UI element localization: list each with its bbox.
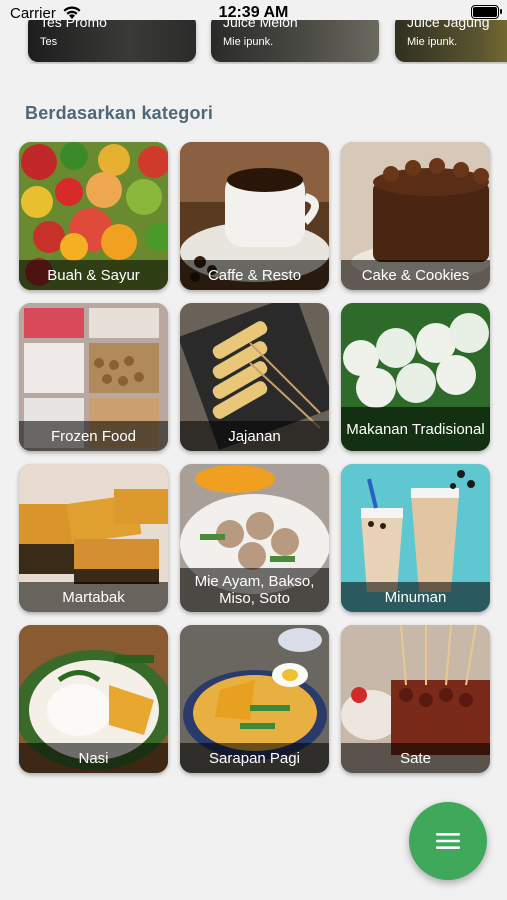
promo-title: Juice Melon bbox=[223, 20, 298, 30]
promo-carousel[interactable]: Tes Promo Tes Juice Melon Mie ipunk. Jui… bbox=[0, 20, 507, 64]
category-label-bar: Frozen Food bbox=[19, 421, 168, 451]
category-card-minuman[interactable]: Minuman bbox=[341, 464, 490, 612]
category-label-bar: Buah & Sayur bbox=[19, 260, 168, 290]
section-title: Berdasarkan kategori bbox=[25, 103, 214, 123]
category-label-bar: Sate bbox=[341, 743, 490, 773]
menu-fab-button[interactable] bbox=[409, 802, 487, 880]
category-label-bar: Mie Ayam, Bakso, Miso, Soto bbox=[180, 568, 329, 612]
category-label-bar: Sarapan Pagi bbox=[180, 743, 329, 773]
category-label: Sate bbox=[400, 749, 431, 767]
promo-subtitle: Mie ipunk. bbox=[407, 36, 458, 48]
category-label: Jajanan bbox=[228, 427, 281, 445]
category-card-makanan-tradisional[interactable]: Makanan Tradisional bbox=[341, 303, 490, 451]
category-label-bar: Makanan Tradisional bbox=[341, 407, 490, 451]
category-card-frozen-food[interactable]: Frozen Food bbox=[19, 303, 168, 451]
promo-subtitle: Mie ipunk. bbox=[223, 36, 274, 48]
battery-icon bbox=[471, 5, 502, 19]
category-card-sate[interactable]: Sate bbox=[341, 625, 490, 773]
category-label-bar: Martabak bbox=[19, 582, 168, 612]
category-card-nasi[interactable]: Nasi bbox=[19, 625, 168, 773]
category-card-cake-cookies[interactable]: Cake & Cookies bbox=[341, 142, 490, 290]
category-label-bar: Cake & Cookies bbox=[341, 260, 490, 290]
promo-card[interactable]: Tes Promo Tes bbox=[28, 20, 196, 62]
category-card-jajanan[interactable]: Jajanan bbox=[180, 303, 329, 451]
category-card-mie-bakso[interactable]: Mie Ayam, Bakso, Miso, Soto bbox=[180, 464, 329, 612]
category-label: Frozen Food bbox=[50, 427, 137, 445]
category-card-caffe-resto[interactable]: Caffe & Resto bbox=[180, 142, 329, 290]
menu-icon bbox=[436, 833, 460, 849]
category-label-bar: Caffe & Resto bbox=[180, 260, 329, 290]
promo-card[interactable]: Juice Jagung Mie ipunk. bbox=[395, 20, 507, 62]
promo-title: Tes Promo bbox=[40, 20, 107, 30]
category-label: Minuman bbox=[384, 588, 447, 606]
promo-title: Juice Jagung bbox=[407, 20, 490, 30]
category-label: Sarapan Pagi bbox=[209, 749, 300, 767]
category-label: Caffe & Resto bbox=[207, 266, 302, 284]
promo-subtitle: Tes bbox=[40, 36, 58, 48]
category-label: Buah & Sayur bbox=[47, 266, 140, 284]
category-card-buah-sayur[interactable]: Buah & Sayur bbox=[19, 142, 168, 290]
category-label-bar: Jajanan bbox=[180, 421, 329, 451]
category-card-martabak[interactable]: Martabak bbox=[19, 464, 168, 612]
category-card-sarapan-pagi[interactable]: Sarapan Pagi bbox=[180, 625, 329, 773]
category-label: Makanan Tradisional bbox=[346, 420, 485, 438]
category-grid: Buah & Sayur Caffe & Resto Cake & Cookie… bbox=[19, 142, 490, 773]
category-label-bar: Nasi bbox=[19, 743, 168, 773]
promo-card[interactable]: Juice Melon Mie ipunk. bbox=[211, 20, 379, 62]
category-label: Nasi bbox=[78, 749, 109, 767]
category-label: Mie Ayam, Bakso, Miso, Soto bbox=[194, 573, 315, 607]
category-label: Cake & Cookies bbox=[361, 266, 470, 284]
category-label-bar: Minuman bbox=[341, 582, 490, 612]
category-label: Martabak bbox=[62, 588, 125, 606]
